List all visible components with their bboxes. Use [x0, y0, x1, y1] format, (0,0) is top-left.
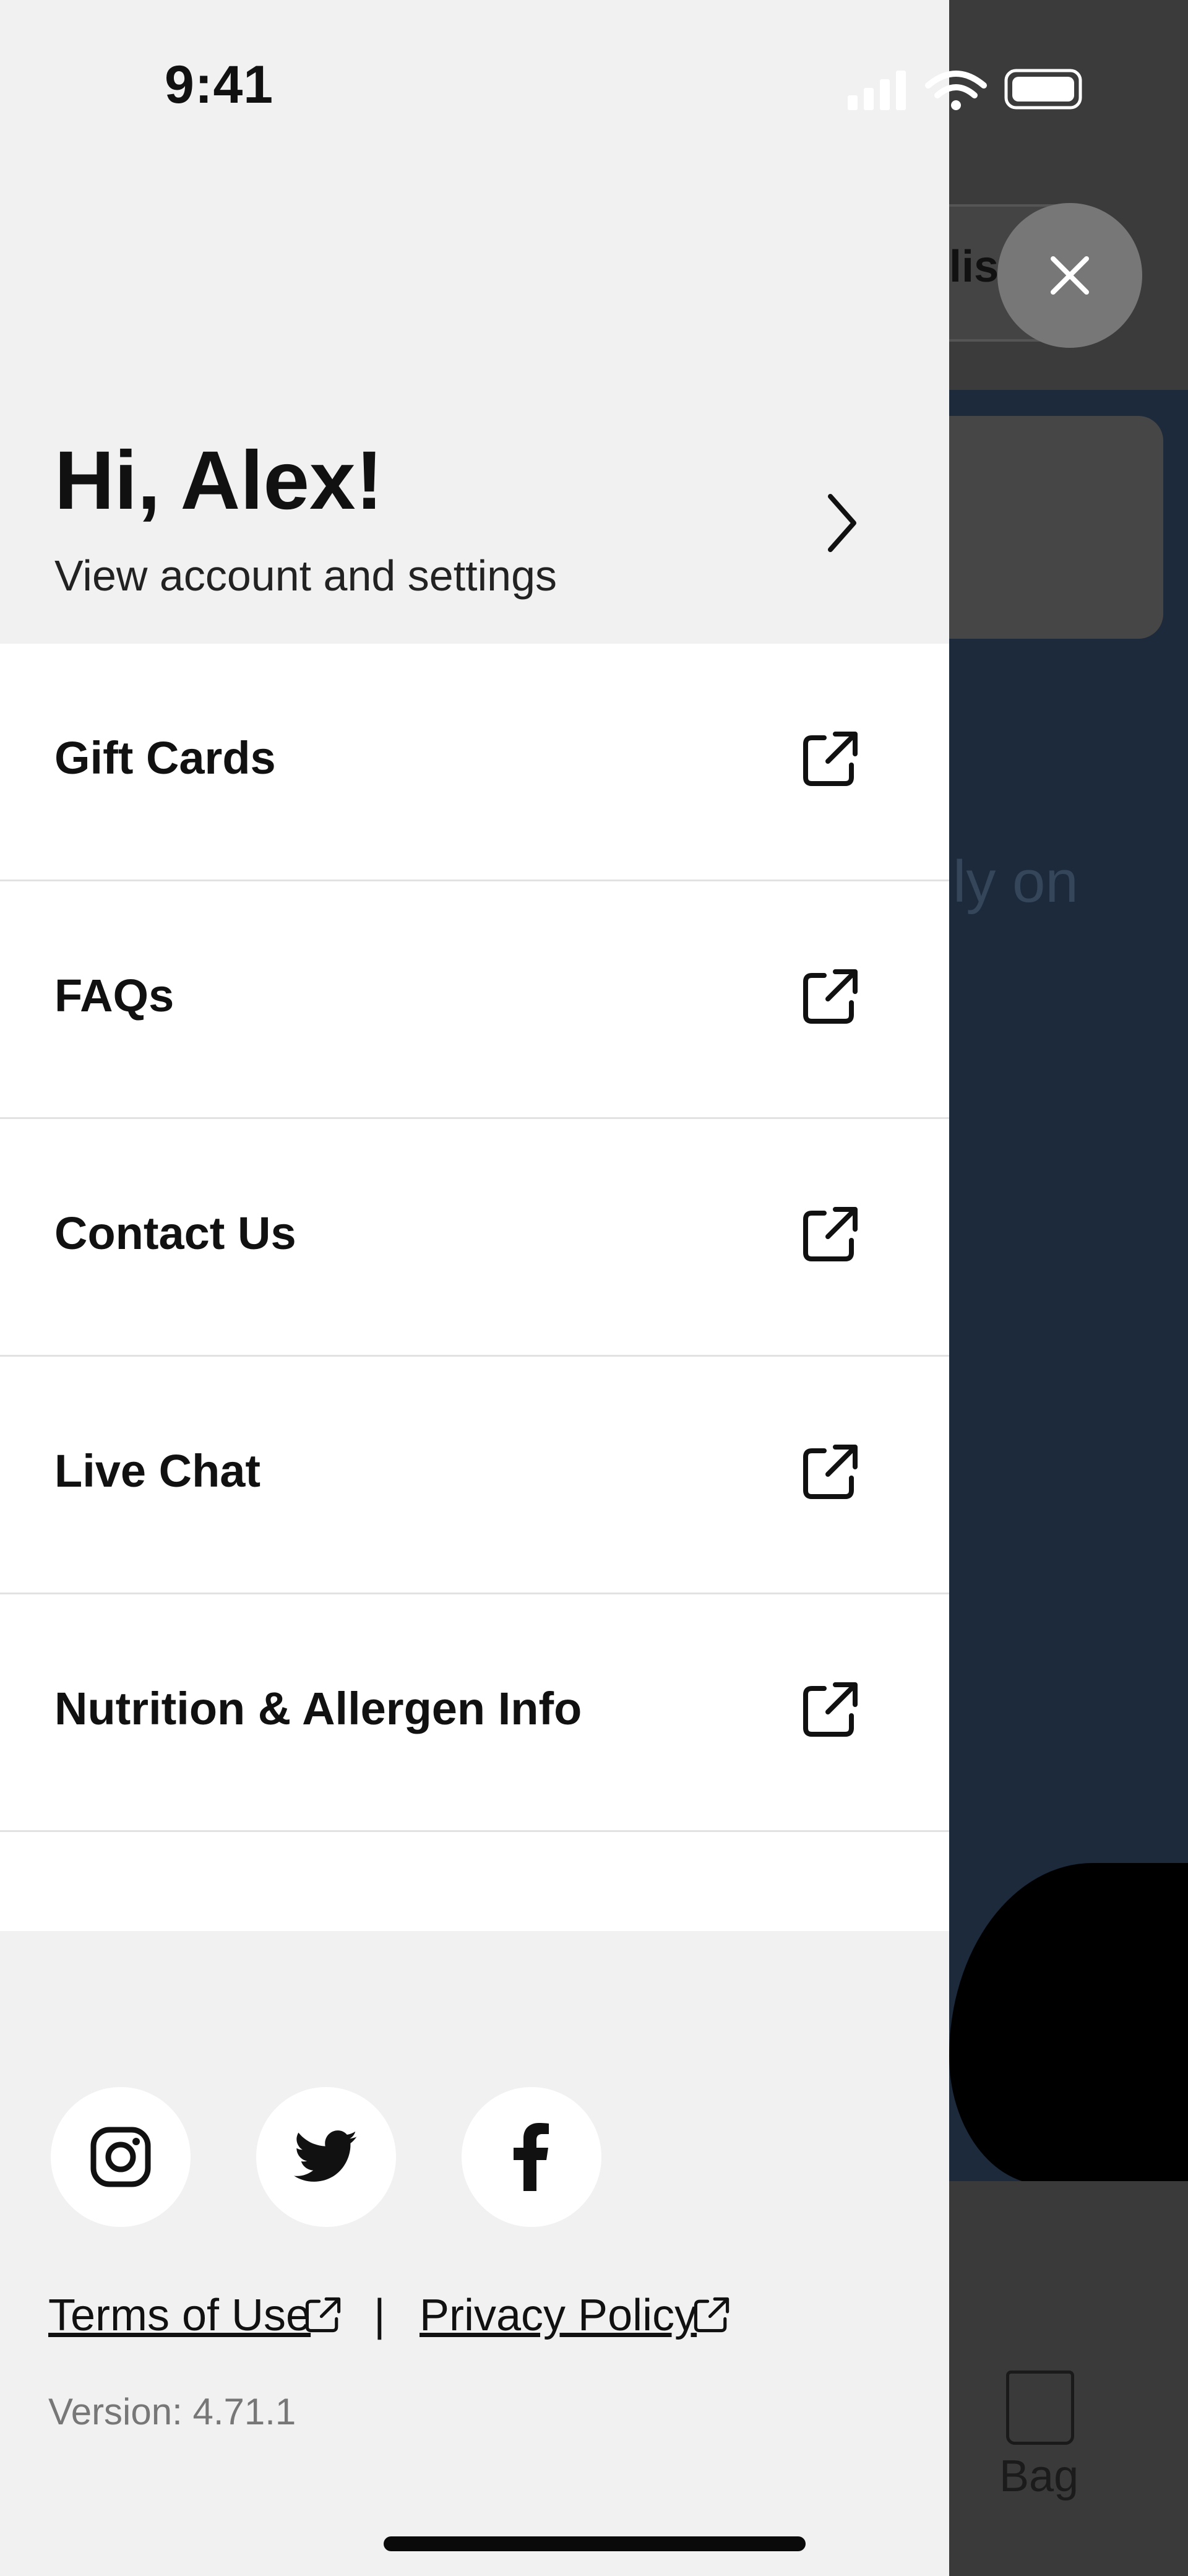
home-indicator — [384, 2536, 806, 2551]
status-time: 9:41 — [165, 55, 274, 115]
background-pill-text: lis — [949, 242, 999, 292]
menu-item-gift-cards[interactable]: Gift Cards — [0, 644, 949, 881]
menu-item-label: Contact Us — [54, 1208, 296, 1259]
menu-item-faqs[interactable]: FAQs — [0, 881, 949, 1119]
menu-item-label: FAQs — [54, 970, 174, 1021]
menu-item-label: Nutrition & Allergen Info — [54, 1683, 582, 1734]
legal-separator: | — [374, 2291, 385, 2340]
greeting-title: Hi, Alex! — [54, 434, 384, 527]
tab-bag-label: Bag — [999, 2452, 1079, 2501]
status-icons — [848, 69, 1082, 110]
side-drawer: 9:41 Hi, Alex! View account and settings… — [0, 0, 1082, 2576]
twitter-button[interactable] — [256, 2087, 396, 2227]
close-icon — [1051, 256, 1089, 295]
menu-item-nutrition[interactable]: Nutrition & Allergen Info — [0, 1594, 949, 1832]
twitter-icon — [294, 2130, 358, 2182]
menu-item-contact-us[interactable]: Contact Us — [0, 1119, 949, 1357]
privacy-policy-link[interactable]: Privacy Policy — [420, 2290, 697, 2341]
external-link-icon — [803, 1682, 858, 1737]
close-button[interactable] — [997, 203, 1142, 348]
external-link-icon — [803, 1445, 858, 1499]
instagram-button[interactable] — [51, 2087, 191, 2227]
chevron-right-icon — [828, 494, 856, 552]
facebook-button[interactable] — [462, 2087, 601, 2227]
terms-of-use-link[interactable]: Terms of Use — [48, 2290, 311, 2341]
menu-item-label: Gift Cards — [54, 732, 276, 784]
menu-item-live-chat[interactable]: Live Chat — [0, 1357, 949, 1594]
menu-list: Gift Cards FAQs Contact Us Live Chat Nut… — [0, 644, 949, 1931]
background-text: ly on — [953, 849, 1078, 915]
bag-icon — [1006, 2371, 1074, 2445]
external-link-icon — [803, 969, 858, 1024]
external-link-icon — [305, 2297, 341, 2333]
status-bar: 9:41 — [0, 0, 1082, 173]
background-card — [949, 416, 1163, 639]
account-subtitle: View account and settings — [54, 551, 557, 600]
menu-item-label: Live Chat — [54, 1445, 261, 1497]
instagram-icon — [90, 2127, 151, 2187]
external-link-icon — [694, 2297, 730, 2333]
app-version: Version: 4.71.1 — [48, 2391, 296, 2432]
external-link-icon — [803, 1207, 858, 1261]
facebook-icon — [514, 2123, 549, 2191]
external-link-icon — [803, 732, 858, 786]
